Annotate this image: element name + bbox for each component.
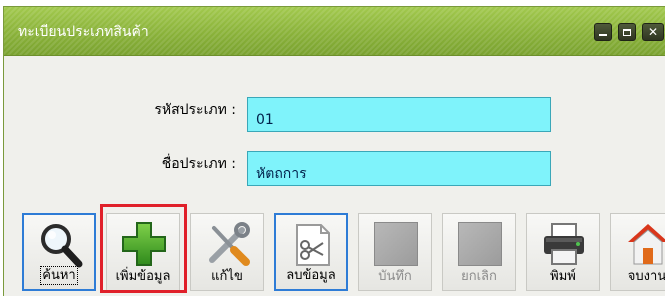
- close-button[interactable]: ✕: [642, 23, 664, 41]
- category-code-field[interactable]: [247, 97, 551, 132]
- save-button[interactable]: บันทึก: [358, 213, 432, 291]
- plus-icon: [122, 222, 166, 266]
- window-title: ทะเบียนประเภทสินค้า: [18, 24, 149, 40]
- minimize-button[interactable]: [594, 23, 612, 41]
- tools-icon: [209, 222, 250, 266]
- print-button-label: พิมพ์: [550, 269, 576, 284]
- save-button-label: บันทึก: [378, 269, 412, 284]
- title-bar[interactable]: ทะเบียนประเภทสินค้า ✕: [4, 7, 665, 56]
- scissors-document-icon: [296, 224, 330, 266]
- search-button[interactable]: ค้นหา: [22, 213, 96, 291]
- cancel-disabled-icon: [456, 220, 504, 268]
- cancel-button[interactable]: ยกเลิก: [442, 213, 516, 291]
- toolbar: ค้นหา เพิ่มข้อมูล แก้ไข ลบข้อมูล บันทึก …: [22, 213, 665, 293]
- save-disabled-icon: [372, 220, 420, 268]
- exit-button-label: จบงาน: [627, 269, 665, 284]
- exit-button[interactable]: จบงาน: [610, 213, 665, 291]
- search-button-label: ค้นหา: [40, 266, 78, 285]
- minimize-icon: [595, 24, 611, 40]
- restore-button[interactable]: [618, 23, 636, 41]
- category-name-field[interactable]: [247, 151, 551, 186]
- restore-icon: [619, 24, 635, 40]
- delete-button-label: ลบข้อมูล: [286, 268, 336, 283]
- category-window: ทะเบียนประเภทสินค้า ✕ รหัสประเภท : ชื่อป…: [3, 6, 665, 296]
- category-code-label: รหัสประเภท :: [154, 102, 236, 118]
- edit-button[interactable]: แก้ไข: [190, 213, 264, 291]
- printer-icon: [544, 223, 584, 265]
- delete-button[interactable]: ลบข้อมูล: [274, 213, 348, 291]
- add-button-label: เพิ่มข้อมูล: [115, 269, 171, 284]
- magnifier-icon: [41, 224, 83, 268]
- add-button[interactable]: เพิ่มข้อมูล: [106, 213, 180, 291]
- category-name-label: ชื่อประเภท :: [161, 156, 236, 172]
- edit-button-label: แก้ไข: [211, 269, 243, 284]
- home-icon: [628, 224, 665, 265]
- close-icon: ✕: [647, 25, 659, 39]
- print-button[interactable]: พิมพ์: [526, 213, 600, 291]
- cancel-button-label: ยกเลิก: [461, 269, 497, 284]
